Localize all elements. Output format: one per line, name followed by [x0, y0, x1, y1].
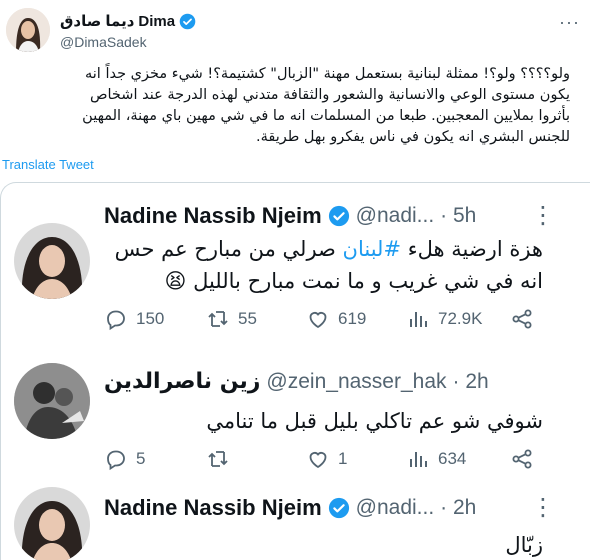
reply-text: زبّال [505, 529, 543, 560]
reply-line: هزة ارضية هلء #لبنان صرلي من مبارح عم حس [115, 233, 543, 265]
reply-handle[interactable]: @nadi... [356, 204, 435, 228]
reply-button[interactable]: 5 [104, 447, 206, 471]
avatar[interactable] [14, 223, 90, 299]
retweet-button[interactable]: 55 [206, 307, 306, 331]
reply-author[interactable]: Nadine Nassib Njeim @nadi... · 2h [104, 495, 476, 521]
views-button[interactable]: 72.9K [406, 307, 510, 331]
reply-count: 5 [136, 449, 146, 468]
reply-button[interactable]: 150 [104, 307, 206, 331]
tweet-line: يكون مستوى الوعي والانسانية والشعور والث… [89, 87, 570, 103]
reply-handle[interactable]: @zein_nasser_hak [266, 370, 446, 394]
author-name-row[interactable]: ديما صادق Dima [60, 12, 196, 30]
reply-time[interactable]: · 5h [440, 204, 476, 228]
author-handle[interactable]: @DimaSadek [60, 34, 147, 50]
reply-line: انه في شي غريب و ما نمت مبارح بالليل 😫 [164, 269, 544, 293]
share-icon [512, 449, 532, 469]
views-count: 72.9K [438, 309, 483, 328]
share-button[interactable] [510, 447, 534, 471]
retweet-icon [208, 451, 228, 467]
avatar-photo [6, 8, 50, 52]
translate-tweet-link[interactable]: Translate Tweet [2, 157, 94, 172]
retweet-count: 55 [238, 309, 257, 328]
reply-text-part: صرلي من مبارح عم حس [114, 237, 343, 261]
like-button[interactable]: 619 [306, 307, 406, 331]
tweet-line: ولو؟؟؟؟ ولو؟! ممثلة لبنانية بستعمل مهنة … [85, 66, 570, 82]
retweet-icon [208, 311, 228, 327]
views-icon [410, 452, 427, 467]
tweet-header: ديما صادق Dima @DimaSadek ··· [6, 4, 584, 56]
reply-author-name: Nadine Nassib Njeim [104, 203, 322, 228]
more-icon[interactable]: ⋮ [531, 493, 555, 522]
retweet-button[interactable] [206, 447, 306, 471]
views-button[interactable]: 634 [406, 447, 510, 471]
reply-author[interactable]: Nadine Nassib Njeim @nadi... · 5h [104, 203, 476, 229]
quoted-screenshot[interactable]: Nadine Nassib Njeim @nadi... · 5h ⋮ هزة … [0, 182, 590, 560]
comment-icon [107, 310, 125, 331]
heart-icon [309, 312, 327, 329]
avatar[interactable] [14, 363, 90, 439]
like-count: 619 [338, 309, 367, 328]
reply-text-part: هزة ارضية هلء [401, 237, 543, 261]
comment-icon [107, 450, 125, 471]
avatar-photo [14, 487, 90, 560]
views-count: 634 [438, 449, 467, 468]
tweet-line: بأثروا بملايين المعجبين. طبعا من المسلما… [82, 108, 570, 124]
share-button[interactable] [510, 307, 534, 331]
share-icon [512, 309, 532, 329]
verified-badge-icon [328, 205, 350, 227]
views-icon [410, 312, 427, 327]
avatar[interactable] [6, 8, 50, 52]
reply-actions: 150 55 619 72.9K [104, 307, 534, 331]
reply-actions: 5 1 634 [104, 447, 534, 471]
heart-icon [309, 452, 327, 469]
avatar[interactable] [14, 487, 90, 560]
reply-author-name: زين ناصرالدين [104, 369, 261, 394]
reply-time[interactable]: · 2h [453, 370, 489, 394]
more-icon[interactable]: ··· [559, 12, 580, 33]
reply-author-name: Nadine Nassib Njeim [104, 495, 322, 520]
reply-text: شوفي شو عم تاكلي بليل قبل ما تنامي [206, 405, 543, 437]
reply-count: 150 [136, 309, 165, 328]
reply-text: هزة ارضية هلء #لبنان صرلي من مبارح عم حس… [115, 233, 543, 297]
reply-author[interactable]: زين ناصرالدين @zein_nasser_hak · 2h [104, 369, 489, 394]
verified-badge-icon [179, 13, 196, 30]
reply-line: شوفي شو عم تاكلي بليل قبل ما تنامي [206, 409, 543, 433]
like-count: 1 [338, 449, 348, 468]
more-icon[interactable]: ⋮ [531, 201, 555, 230]
verified-badge-icon [328, 497, 350, 519]
reply-line: زبّال [505, 533, 543, 557]
tweet-line: للجنس البشري انه يكون في ناس يفكرو بهل ط… [256, 129, 570, 145]
tweet-text: ولو؟؟؟؟ ولو؟! ممثلة لبنانية بستعمل مهنة … [10, 64, 570, 148]
display-name-ar: ديما صادق [60, 13, 135, 30]
reply-handle[interactable]: @nadi... [356, 496, 435, 520]
reply-time[interactable]: · 2h [440, 496, 476, 520]
display-name-en: Dima [138, 12, 176, 30]
avatar-photo [14, 363, 90, 439]
avatar-photo [14, 223, 90, 299]
like-button[interactable]: 1 [306, 447, 406, 471]
hashtag-link[interactable]: #لبنان [343, 237, 402, 261]
